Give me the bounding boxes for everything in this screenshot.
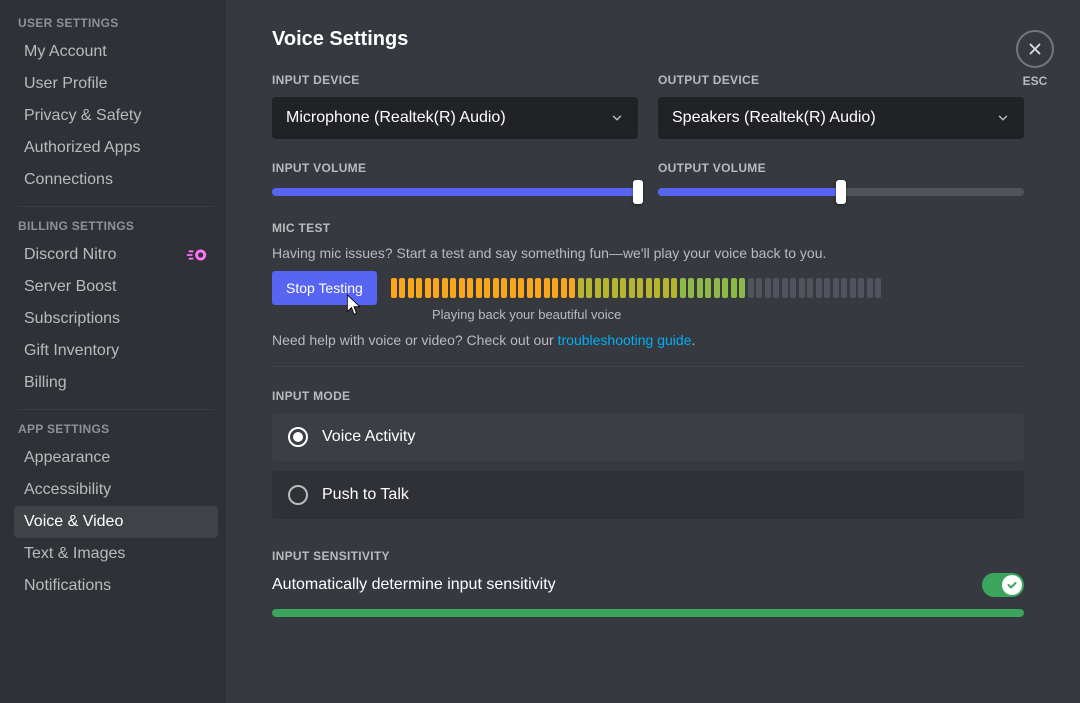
check-icon [1002, 575, 1022, 595]
sidebar-item-server-boost[interactable]: Server Boost [14, 271, 218, 303]
input-device-value: Microphone (Realtek(R) Audio) [286, 109, 506, 127]
input-device-label: INPUT DEVICE [272, 73, 638, 87]
settings-sidebar: USER SETTINGS My Account User Profile Pr… [0, 0, 226, 703]
chevron-down-icon [996, 111, 1010, 125]
mic-test-help-2: Need help with voice or video? Check out… [272, 332, 1024, 348]
sidebar-item-subscriptions[interactable]: Subscriptions [14, 303, 218, 335]
auto-sensitivity-label: Automatically determine input sensitivit… [272, 576, 556, 594]
output-volume-label: OUTPUT VOLUME [658, 161, 1024, 175]
slider-thumb[interactable] [836, 180, 846, 204]
nav-separator [18, 206, 214, 207]
input-volume-label: INPUT VOLUME [272, 161, 638, 175]
nav-heading-user-settings: USER SETTINGS [18, 16, 218, 30]
sensitivity-bar [272, 609, 1024, 617]
nav-heading-app-settings: APP SETTINGS [18, 422, 218, 436]
auto-sensitivity-toggle[interactable] [982, 573, 1024, 597]
sidebar-item-gift-inventory[interactable]: Gift Inventory [14, 335, 218, 367]
sidebar-item-authorized-apps[interactable]: Authorized Apps [14, 132, 218, 164]
sidebar-item-privacy-safety[interactable]: Privacy & Safety [14, 100, 218, 132]
sidebar-item-notifications[interactable]: Notifications [14, 570, 218, 602]
mic-test-heading: MIC TEST [272, 221, 1024, 235]
input-sensitivity-heading: INPUT SENSITIVITY [272, 549, 1024, 563]
slider-thumb[interactable] [633, 180, 643, 204]
output-device-select[interactable]: Speakers (Realtek(R) Audio) [658, 97, 1024, 139]
input-volume-slider[interactable] [272, 185, 638, 199]
sidebar-item-appearance[interactable]: Appearance [14, 442, 218, 474]
sidebar-item-accessibility[interactable]: Accessibility [14, 474, 218, 506]
sidebar-item-text-images[interactable]: Text & Images [14, 538, 218, 570]
close-icon [1026, 40, 1044, 58]
close-area: ESC [1016, 30, 1054, 88]
mic-level-meter [391, 278, 1024, 298]
sidebar-item-user-profile[interactable]: User Profile [14, 68, 218, 100]
close-label: ESC [1016, 74, 1054, 88]
settings-main: ESC Voice Settings INPUT DEVICE Micropho… [226, 0, 1080, 703]
input-mode-push-to-talk[interactable]: Push to Talk [272, 471, 1024, 519]
input-mode-voice-activity[interactable]: Voice Activity [272, 413, 1024, 461]
chevron-down-icon [610, 111, 624, 125]
nav-heading-billing-settings: BILLING SETTINGS [18, 219, 218, 233]
sidebar-item-discord-nitro[interactable]: Discord Nitro [14, 239, 218, 271]
nitro-icon [186, 247, 208, 263]
nav-separator [18, 409, 214, 410]
troubleshooting-link[interactable]: troubleshooting guide [558, 332, 692, 348]
section-divider [272, 366, 1024, 367]
close-button[interactable] [1016, 30, 1054, 68]
page-title: Voice Settings [272, 28, 1024, 51]
mic-test-help: Having mic issues? Start a test and say … [272, 245, 1024, 261]
sidebar-item-billing[interactable]: Billing [14, 367, 218, 399]
sidebar-item-voice-video[interactable]: Voice & Video [14, 506, 218, 538]
playback-caption: Playing back your beautiful voice [432, 307, 1024, 322]
sidebar-item-my-account[interactable]: My Account [14, 36, 218, 68]
input-device-select[interactable]: Microphone (Realtek(R) Audio) [272, 97, 638, 139]
output-device-label: OUTPUT DEVICE [658, 73, 1024, 87]
radio-label: Push to Talk [322, 486, 409, 504]
radio-icon [288, 427, 308, 447]
input-mode-heading: INPUT MODE [272, 389, 1024, 403]
radio-icon [288, 485, 308, 505]
sidebar-item-connections[interactable]: Connections [14, 164, 218, 196]
radio-label: Voice Activity [322, 428, 415, 446]
output-volume-slider[interactable] [658, 185, 1024, 199]
stop-testing-button[interactable]: Stop Testing [272, 271, 377, 305]
output-device-value: Speakers (Realtek(R) Audio) [672, 109, 876, 127]
